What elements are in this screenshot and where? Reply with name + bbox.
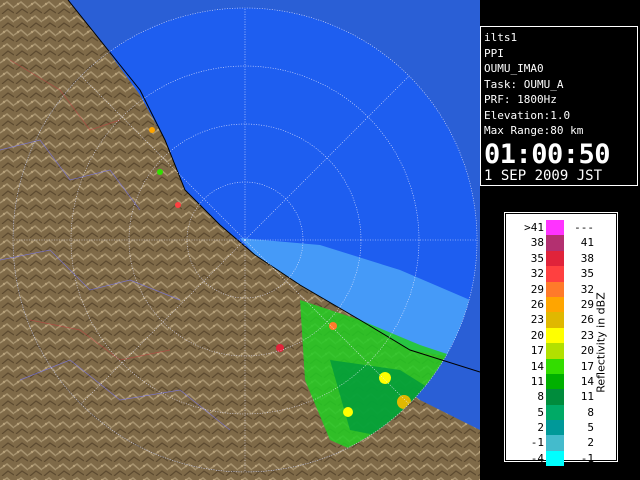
legend-swatch [546,435,564,451]
legend-lower-value: 20 [530,328,544,342]
scan-time: 01:00:50 [484,138,611,170]
color-legend: >41 --- 38 41 35 38 32 35 29 32 26 29 23 26 20 23 17 20 14… [504,212,618,467]
legend-upper-value: 29 [580,297,594,311]
task-label: Task: OUMU_A [484,77,564,91]
scan-mode: PPI [484,46,504,60]
legend-lower-value: 14 [530,359,544,373]
legend-swatch [546,250,564,267]
legend-swatch [546,266,564,282]
product-name: OUMU_IMA0 [484,62,544,75]
legend-lower-value: -4 [530,451,544,465]
legend-upper-value: 41 [580,236,594,250]
legend-swatch [546,327,564,344]
legend-upper-value: 11 [580,390,594,404]
legend-unit: Reflectivity in dBZ [592,264,608,424]
echo-yellow-1 [379,372,391,384]
legend-lower-value: 38 [530,236,544,250]
max-range-label: Max Range:80 km [484,124,584,137]
echo-red-1 [276,344,284,352]
echo-yellow-3 [343,407,353,417]
legend-lower-value: 2 [537,421,544,435]
legend-swatch [546,389,564,405]
legend-lower-value: 11 [530,374,544,388]
legend-lower-value: 8 [537,390,544,404]
legend-swatch [546,220,564,236]
legend-swatch [546,343,564,359]
prf-label: PRF: 1800Hz [484,93,557,106]
echo-coastal-2 [175,202,181,208]
legend-upper-value: 20 [580,344,594,358]
legend-swatch [546,450,564,467]
legend-upper-value: 35 [580,267,594,281]
legend-lower-value: 32 [530,267,544,281]
legend-lower-value: 5 [537,405,544,419]
legend-upper-value: 14 [580,374,594,388]
legend-lower-value: 35 [530,251,544,265]
legend-lower-value: 29 [530,282,544,296]
legend-swatch [546,358,564,374]
echo-coastal-3 [157,169,163,175]
legend-lower-value: >41 [524,221,544,234]
legend-swatch [546,420,564,436]
legend-upper-value: 38 [580,251,594,265]
elevation-label: Elevation:1.0 [484,108,571,122]
legend-upper-value: 23 [580,328,594,342]
legend-lower-value: -1 [530,436,544,450]
echo-coastal-1 [149,127,155,133]
legend-upper-value: 17 [580,359,594,373]
legend-upper-value: 26 [580,313,594,327]
site-name: ilts1 [484,31,518,44]
legend-lower-value: 23 [530,313,544,327]
echo-orange-1 [329,322,337,330]
legend-upper-value: 32 [580,282,594,296]
radar-info-panel: ilts1 PPI OUMU_IMA0 Task: OUMU_A PRF: 18… [480,26,638,186]
legend-swatch [546,404,564,421]
legend-swatch [546,296,564,313]
radar-ppi-display [0,0,480,480]
scan-date: 1 SEP 2009 JST [484,167,603,184]
legend-lower-value: 26 [530,297,544,311]
legend-upper-value: 2 [587,436,594,450]
legend-swatch [546,373,564,390]
legend-upper-value: 8 [587,405,594,419]
legend-upper-value: 5 [587,421,594,435]
legend-upper-value: -1 [580,451,594,465]
legend-swatch [546,312,564,328]
legend-swatch [546,281,564,297]
legend-upper-value: --- [574,221,594,234]
legend-lower-value: 17 [530,344,544,358]
legend-unit-label: Reflectivity in dBZ [594,292,608,393]
legend-swatch [546,235,564,251]
